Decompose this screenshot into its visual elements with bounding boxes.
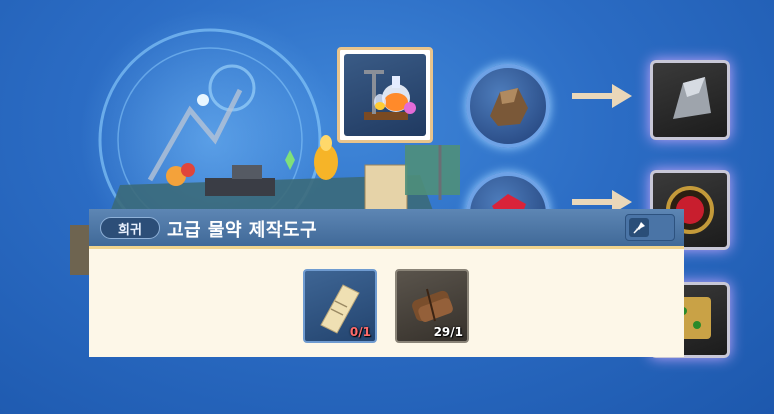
material-count: 29/1 (433, 325, 463, 339)
metal-ingot-icon (673, 77, 711, 119)
item-name: 고급 물약 제작도구 (167, 220, 318, 241)
tooltip-header: 희귀 고급 물약 제작도구 (89, 209, 684, 249)
tooltip-body: 0/1 29/1 (89, 249, 684, 357)
arrow-right-icon (572, 84, 632, 108)
pin-button[interactable] (625, 214, 675, 241)
ore-ingredient-slot[interactable] (466, 64, 550, 148)
material-slot-scroll[interactable]: 0/1 (303, 269, 377, 343)
selected-recipe-slot[interactable] (337, 47, 433, 143)
material-count: 0/1 (349, 325, 371, 339)
item-tooltip-panel: 희귀 고급 물약 제작도구 0/1 29/1 (89, 209, 684, 357)
material-slot-wood[interactable]: 29/1 (395, 269, 469, 343)
rarity-badge: 희귀 (100, 217, 160, 239)
potion-crafting-tool-icon (344, 54, 426, 136)
ore-icon (490, 88, 528, 126)
pin-icon (629, 218, 649, 237)
crafting-scene: 희귀 고급 물약 제작도구 0/1 29/1 (0, 0, 774, 414)
result-slot-ingot[interactable] (650, 60, 730, 140)
